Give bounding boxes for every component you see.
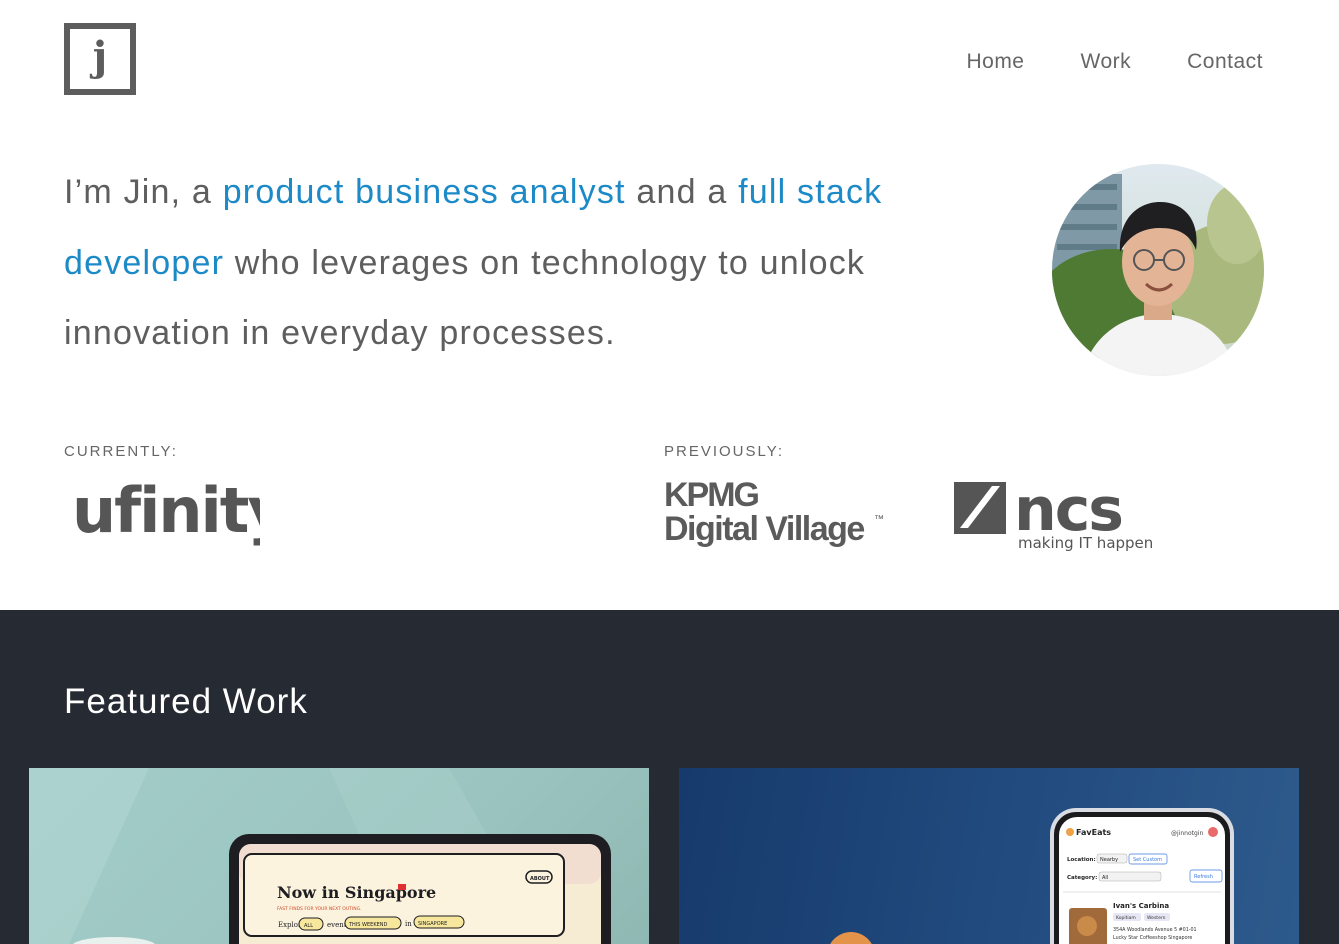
card2-set-custom-button: Set Custom [1133, 857, 1162, 863]
profile-avatar [1052, 164, 1264, 376]
card2-location-value: Nearby [1100, 857, 1118, 863]
nav-home-link[interactable]: Home [966, 50, 1024, 74]
card2-category-label: Category: [1067, 875, 1097, 881]
intro-text-1: I’m Jin, a [64, 173, 223, 211]
intro-statement: I’m Jin, a product business analyst and … [64, 157, 914, 369]
site-logo[interactable]: j [64, 23, 136, 95]
featured-work-title: Featured Work [64, 682, 308, 721]
card1-filter-weekend: THIS WEEKEND [348, 922, 387, 928]
card2-place-name: Ivan's Carbina [1113, 902, 1169, 910]
card2-tag-kopitiam: Kopitiam [1116, 915, 1136, 921]
project-card-faveats[interactable]: FavEats @jinnotgin Location: Nearby Set … [679, 768, 1299, 944]
card1-in: in [405, 920, 412, 928]
kpmg-logo-tm: ™ [874, 514, 884, 525]
main-nav: Home Work Contact [966, 50, 1263, 74]
logo-letter: j [92, 33, 108, 80]
card2-tag-western: Western [1147, 915, 1166, 921]
card2-address-line1: 354A Woodlands Avenue 5 #01-01 [1113, 927, 1197, 933]
nav-contact-link[interactable]: Contact [1187, 50, 1263, 74]
project-card-now-in-singapore[interactable]: Now in Singapore FAST FINDS FOR YOUR NEX… [29, 768, 649, 944]
kpmg-digital-village-logo: KPMG Digital Village ™ [664, 476, 884, 548]
card1-filter-singapore: SINGAPORE [418, 921, 447, 927]
card2-app-name: FavEats [1076, 828, 1111, 837]
nav-work-link[interactable]: Work [1081, 50, 1132, 74]
card2-address-line2: Lucky Star Coffeeshop Singapore [1113, 935, 1192, 941]
intro-text-2: and a [625, 173, 739, 211]
intro-highlight-role: product business analyst [222, 173, 626, 211]
ufinity-logo-text: ufinity [72, 474, 260, 547]
kpmg-logo-line1: KPMG [664, 476, 759, 514]
currently-label: CURRENTLY: [64, 443, 178, 460]
featured-work-section: Featured Work Now in Singapore FAST FIND… [0, 610, 1339, 944]
previously-label: PREVIOUSLY: [664, 443, 785, 460]
card2-handle: @jinnotgin [1171, 830, 1203, 837]
card2-category-value: All [1102, 875, 1108, 881]
ufinity-logo: ufinity [72, 474, 260, 547]
card1-subline: FAST FINDS FOR YOUR NEXT OUTING. [277, 906, 362, 912]
card1-about-button: ABOUT [530, 876, 550, 882]
card2-location-label: Location: [1067, 857, 1096, 863]
card1-filter-all: ALL [304, 923, 313, 929]
card2-refresh-button: Refresh [1194, 874, 1213, 880]
ncs-logo: ncs making IT happen [954, 478, 1153, 552]
ncs-logo-tagline: making IT happen [1018, 534, 1153, 552]
kpmg-logo-line2: Digital Village [664, 510, 864, 548]
card1-headline: Now in Singapore [277, 883, 436, 902]
